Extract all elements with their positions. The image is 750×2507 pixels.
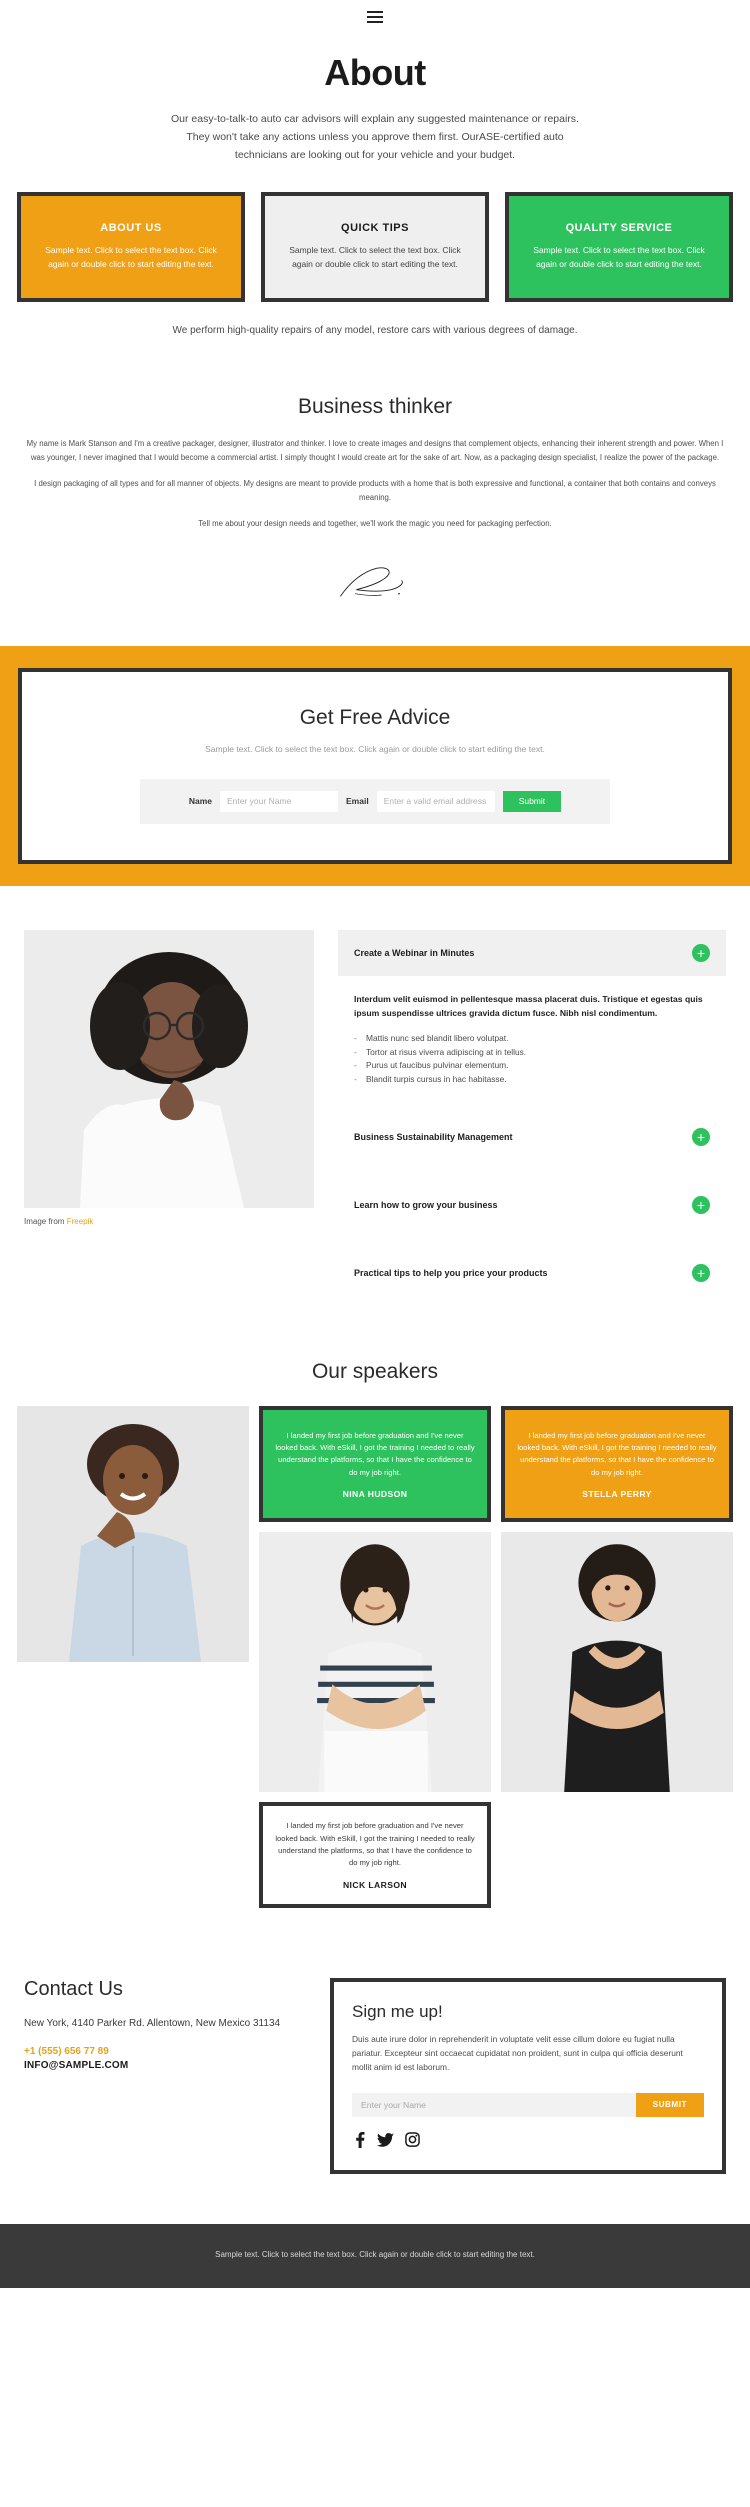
speaker-quote-text: I landed my first job before graduation … — [275, 1821, 475, 1868]
speaker-quote-stella-perry[interactable]: I landed my first job before graduation … — [501, 1406, 733, 1523]
cards-note: We perform high-quality repairs of any m… — [172, 324, 578, 336]
signup-submit-button[interactable]: SUBMIT — [635, 2092, 704, 2117]
accordion-item-price-products[interactable]: Practical tips to help you price your pr… — [338, 1248, 726, 1298]
card-title: ABOUT US — [100, 222, 162, 235]
accordion-title: Practical tips to help you price your pr… — [354, 1268, 548, 1279]
speaker-photo-female-striped — [259, 1532, 491, 1793]
facebook-icon[interactable] — [352, 2131, 366, 2148]
footer: Sample text. Click to select the text bo… — [0, 2223, 750, 2288]
advice-name-label: Name — [188, 796, 212, 807]
accordion-title: Create a Webinar in Minutes — [354, 947, 475, 958]
accordion-bullet-list: Mattis nunc sed blandit libero volutpat.… — [354, 1032, 710, 1086]
accordion-title: Business Sustainability Management — [354, 1132, 513, 1143]
footer-text: Sample text. Click to select the text bo… — [215, 2249, 535, 2259]
card-body: Sample text. Click to select the text bo… — [45, 245, 217, 269]
accordion-panel: Interdum velit euismod in pellentesque m… — [338, 976, 726, 1095]
advice-email-label: Email — [346, 796, 369, 807]
speaker-photo-male-afro — [17, 1406, 249, 1663]
page-title: About — [324, 52, 426, 93]
hero-paragraph: Our easy-to-talk-to auto car advisors wi… — [171, 113, 579, 162]
contact-email[interactable]: INFO@SAMPLE.COM — [24, 2060, 304, 2071]
speakers-grid: I landed my first job before graduation … — [17, 1406, 733, 1908]
contact-details: Contact Us New York, 4140 Parker Rd. All… — [24, 1978, 304, 2174]
contact-address: New York, 4140 Parker Rd. Allentown, New… — [24, 2017, 281, 2029]
signup-card: Sign me up! Duis aute irure dolor in rep… — [330, 1977, 726, 2174]
advice-subtitle: Sample text. Click to select the text bo… — [205, 743, 545, 754]
webinar-portrait-image — [24, 929, 314, 1208]
freepik-link[interactable]: Freepik — [67, 1217, 94, 1226]
speaker-quote-nick-larson[interactable]: I landed my first job before graduation … — [259, 1802, 491, 1908]
twitter-icon[interactable] — [377, 2132, 394, 2148]
speaker-quote-nina-hudson[interactable]: I landed my first job before graduation … — [259, 1406, 491, 1523]
list-item: Purus ut faucibus pulvinar elementum. — [354, 1059, 710, 1073]
photo-credit-prefix: Image from — [24, 1216, 67, 1226]
accordion-item-grow-business[interactable]: Learn how to grow your business + — [338, 1180, 726, 1230]
advice-title: Get Free Advice — [299, 705, 451, 729]
feature-card-about-us[interactable]: ABOUT US Sample text. Click to select th… — [17, 192, 245, 302]
contact-section: Contact Us New York, 4140 Parker Rd. All… — [0, 1908, 750, 2174]
signup-body: Duis aute irure dolor in reprehenderit i… — [352, 2033, 683, 2073]
advice-name-input[interactable] — [220, 790, 338, 812]
list-item: Mattis nunc sed blandit libero volutpat. — [354, 1032, 710, 1046]
thinker-paragraph-3: Tell me about your design needs and toge… — [198, 518, 552, 528]
accordion: Create a Webinar in Minutes + Interdum v… — [338, 929, 726, 1299]
advice-form: Name Email Submit — [140, 778, 610, 824]
accordion-item-create-webinar[interactable]: Create a Webinar in Minutes + — [338, 929, 726, 976]
speakers-title: Our speakers — [311, 1360, 439, 1384]
contact-title: Contact Us — [24, 1977, 123, 2000]
card-title: QUICK TIPS — [341, 222, 409, 235]
photo-credit: Image from Freepik — [24, 1217, 314, 1226]
signup-title: Sign me up! — [352, 2001, 443, 2021]
top-bar — [0, 0, 750, 34]
accordion-title: Learn how to grow your business — [354, 1200, 498, 1211]
list-item: Blandit turpis cursus in hac habitasse. — [354, 1073, 710, 1087]
accordion-lead-text: Interdum velit euismod in pellentesque m… — [354, 993, 703, 1018]
speaker-name: NICK LARSON — [342, 1879, 408, 1890]
thinker-paragraph-2: I design packaging of all types and for … — [34, 478, 716, 502]
signature-image — [339, 567, 403, 597]
instagram-icon[interactable] — [405, 2132, 420, 2147]
section-title: Business thinker — [297, 394, 453, 418]
business-thinker-section: Business thinker My name is Mark Stanson… — [0, 339, 750, 612]
feature-cards: ABOUT US Sample text. Click to select th… — [17, 192, 733, 302]
webinar-section: Image from Freepik Create a Webinar in M… — [0, 886, 750, 1299]
plus-icon[interactable]: + — [692, 1196, 710, 1215]
advice-card: Get Free Advice Sample text. Click to se… — [18, 667, 732, 864]
plus-icon[interactable]: + — [692, 1128, 710, 1147]
hero-section: About Our easy-to-talk-to auto car advis… — [0, 34, 750, 164]
plus-icon[interactable]: + — [692, 1264, 710, 1283]
feature-card-quality-service[interactable]: QUALITY SERVICE Sample text. Click to se… — [505, 192, 733, 302]
list-item: Tortor at risus viverra adipiscing at in… — [354, 1046, 710, 1060]
speaker-photo-female-black-top — [501, 1532, 733, 1793]
thinker-paragraph-1: My name is Mark Stanson and I'm a creati… — [26, 438, 724, 462]
accordion-item-sustainability[interactable]: Business Sustainability Management + — [338, 1112, 726, 1162]
speaker-quote-text: I landed my first job before graduation … — [517, 1430, 717, 1477]
card-title: QUALITY SERVICE — [565, 222, 673, 235]
card-body: Sample text. Click to select the text bo… — [289, 245, 461, 269]
webinar-photo-column: Image from Freepik — [24, 929, 314, 1299]
speaker-name: STELLA PERRY — [582, 1489, 652, 1500]
advice-email-input[interactable] — [376, 790, 495, 812]
signup-name-input[interactable] — [352, 2092, 636, 2117]
speaker-name: NINA HUDSON — [342, 1489, 408, 1500]
signup-form: SUBMIT — [352, 2092, 704, 2117]
card-body: Sample text. Click to select the text bo… — [533, 245, 705, 269]
plus-icon[interactable]: + — [692, 943, 710, 962]
feature-card-quick-tips[interactable]: QUICK TIPS Sample text. Click to select … — [261, 192, 489, 302]
advice-submit-button[interactable]: Submit — [502, 790, 562, 812]
get-free-advice-section: Get Free Advice Sample text. Click to se… — [0, 645, 750, 886]
speaker-quote-text: I landed my first job before graduation … — [275, 1430, 475, 1477]
contact-phone[interactable]: +1 (555) 656 77 89 — [24, 2046, 304, 2057]
hamburger-menu-icon[interactable] — [363, 7, 387, 27]
social-links — [352, 2131, 704, 2148]
